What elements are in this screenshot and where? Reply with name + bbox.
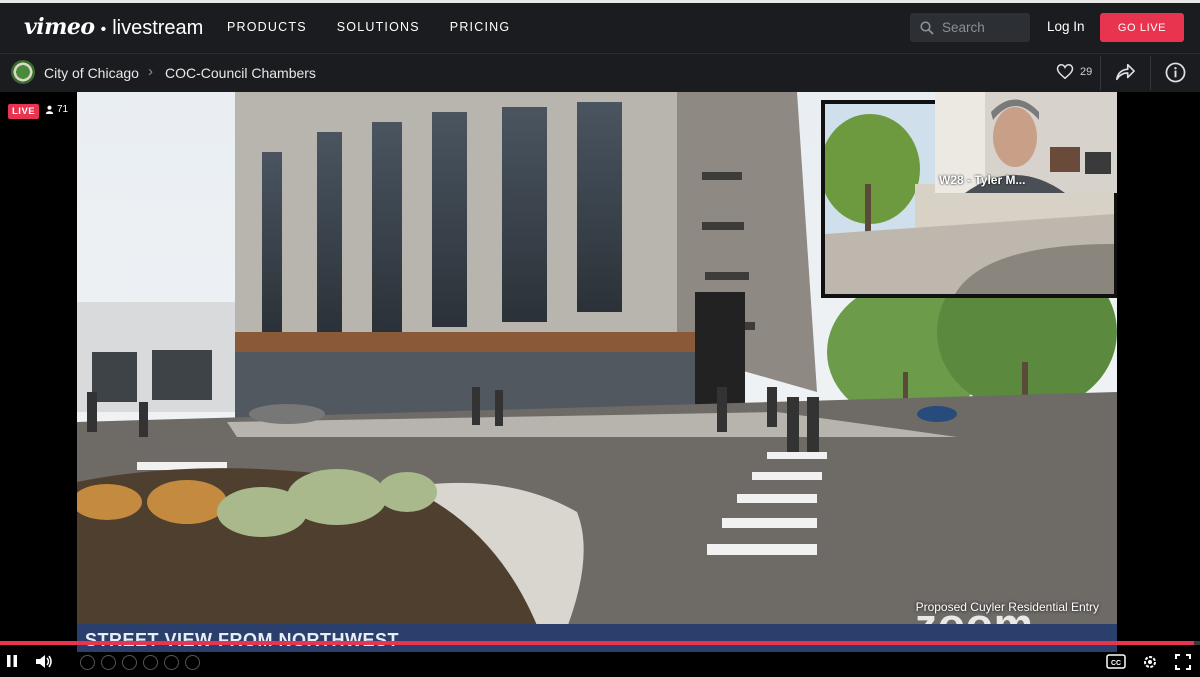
viewer-count-value: 71 <box>57 104 69 115</box>
video-player[interactable]: LIVE 71 W28 - Tyler M... Proposed Cuyler… <box>0 92 1200 677</box>
toolbar-copy-icon[interactable] <box>143 655 158 670</box>
svg-text:CC: CC <box>1111 660 1121 667</box>
toolbar-more-icon[interactable] <box>185 655 200 670</box>
top-navigation-bar: vimeo • livestream PRODUCTS SOLUTIONS PR… <box>0 0 1200 53</box>
user-icon <box>45 105 54 114</box>
live-badge: LIVE <box>8 104 40 119</box>
search-input[interactable] <box>940 19 1024 36</box>
video-frame[interactable]: W28 - Tyler M... Proposed Cuyler Residen… <box>77 92 1117 652</box>
toolbar-forward-icon[interactable] <box>101 655 116 670</box>
participant-video-tile[interactable]: W28 - Tyler M... <box>935 92 1117 193</box>
participant-name-label: W28 - Tyler M... <box>939 173 1026 187</box>
top-strip <box>0 0 1200 3</box>
info-icon[interactable] <box>1165 62 1186 83</box>
progress-fill <box>0 641 1194 645</box>
fullscreen-icon[interactable] <box>1175 654 1191 670</box>
breadcrumb-account[interactable]: City of Chicago <box>44 65 139 81</box>
volume-icon[interactable] <box>35 654 53 669</box>
brand-livestream: livestream <box>112 17 204 39</box>
toolbar-pen-icon[interactable] <box>122 655 137 670</box>
brand-vimeo: vimeo <box>24 14 95 40</box>
main-nav: PRODUCTS SOLUTIONS PRICING <box>227 20 510 34</box>
breadcrumb-event[interactable]: COC-Council Chambers <box>165 65 316 81</box>
go-live-button[interactable]: GO LIVE <box>1100 13 1184 42</box>
nav-products[interactable]: PRODUCTS <box>227 20 307 34</box>
likes-count: 29 <box>1080 65 1093 78</box>
event-header: City of Chicago › COC-Council Chambers 2… <box>0 53 1200 92</box>
share-icon[interactable] <box>1114 62 1136 82</box>
like-button[interactable]: 29 <box>1056 63 1092 80</box>
player-controls: CC <box>0 647 1200 677</box>
search-box[interactable] <box>910 13 1030 42</box>
nav-solutions[interactable]: SOLUTIONS <box>337 20 420 34</box>
divider <box>1150 56 1151 90</box>
progress-bar[interactable] <box>0 641 1200 645</box>
viewer-count: 71 <box>45 104 68 115</box>
city-seal-avatar[interactable] <box>11 60 35 84</box>
search-icon <box>920 20 934 35</box>
toolbar-zoom-icon[interactable] <box>164 655 179 670</box>
pause-icon[interactable] <box>6 654 18 668</box>
vimeo-livestream-logo[interactable]: vimeo • livestream <box>24 14 203 40</box>
quality-settings-icon[interactable] <box>1142 654 1158 670</box>
closed-captions-icon[interactable]: CC <box>1106 654 1126 669</box>
heart-icon <box>1056 63 1074 80</box>
nav-pricing[interactable]: PRICING <box>450 20 511 34</box>
chevron-right-icon: › <box>148 63 153 80</box>
login-link[interactable]: Log In <box>1047 19 1085 34</box>
divider <box>1100 56 1101 90</box>
brand-dot: • <box>100 21 107 38</box>
toolbar-back-icon[interactable] <box>80 655 95 670</box>
zoom-annotation-toolbar <box>80 655 200 670</box>
